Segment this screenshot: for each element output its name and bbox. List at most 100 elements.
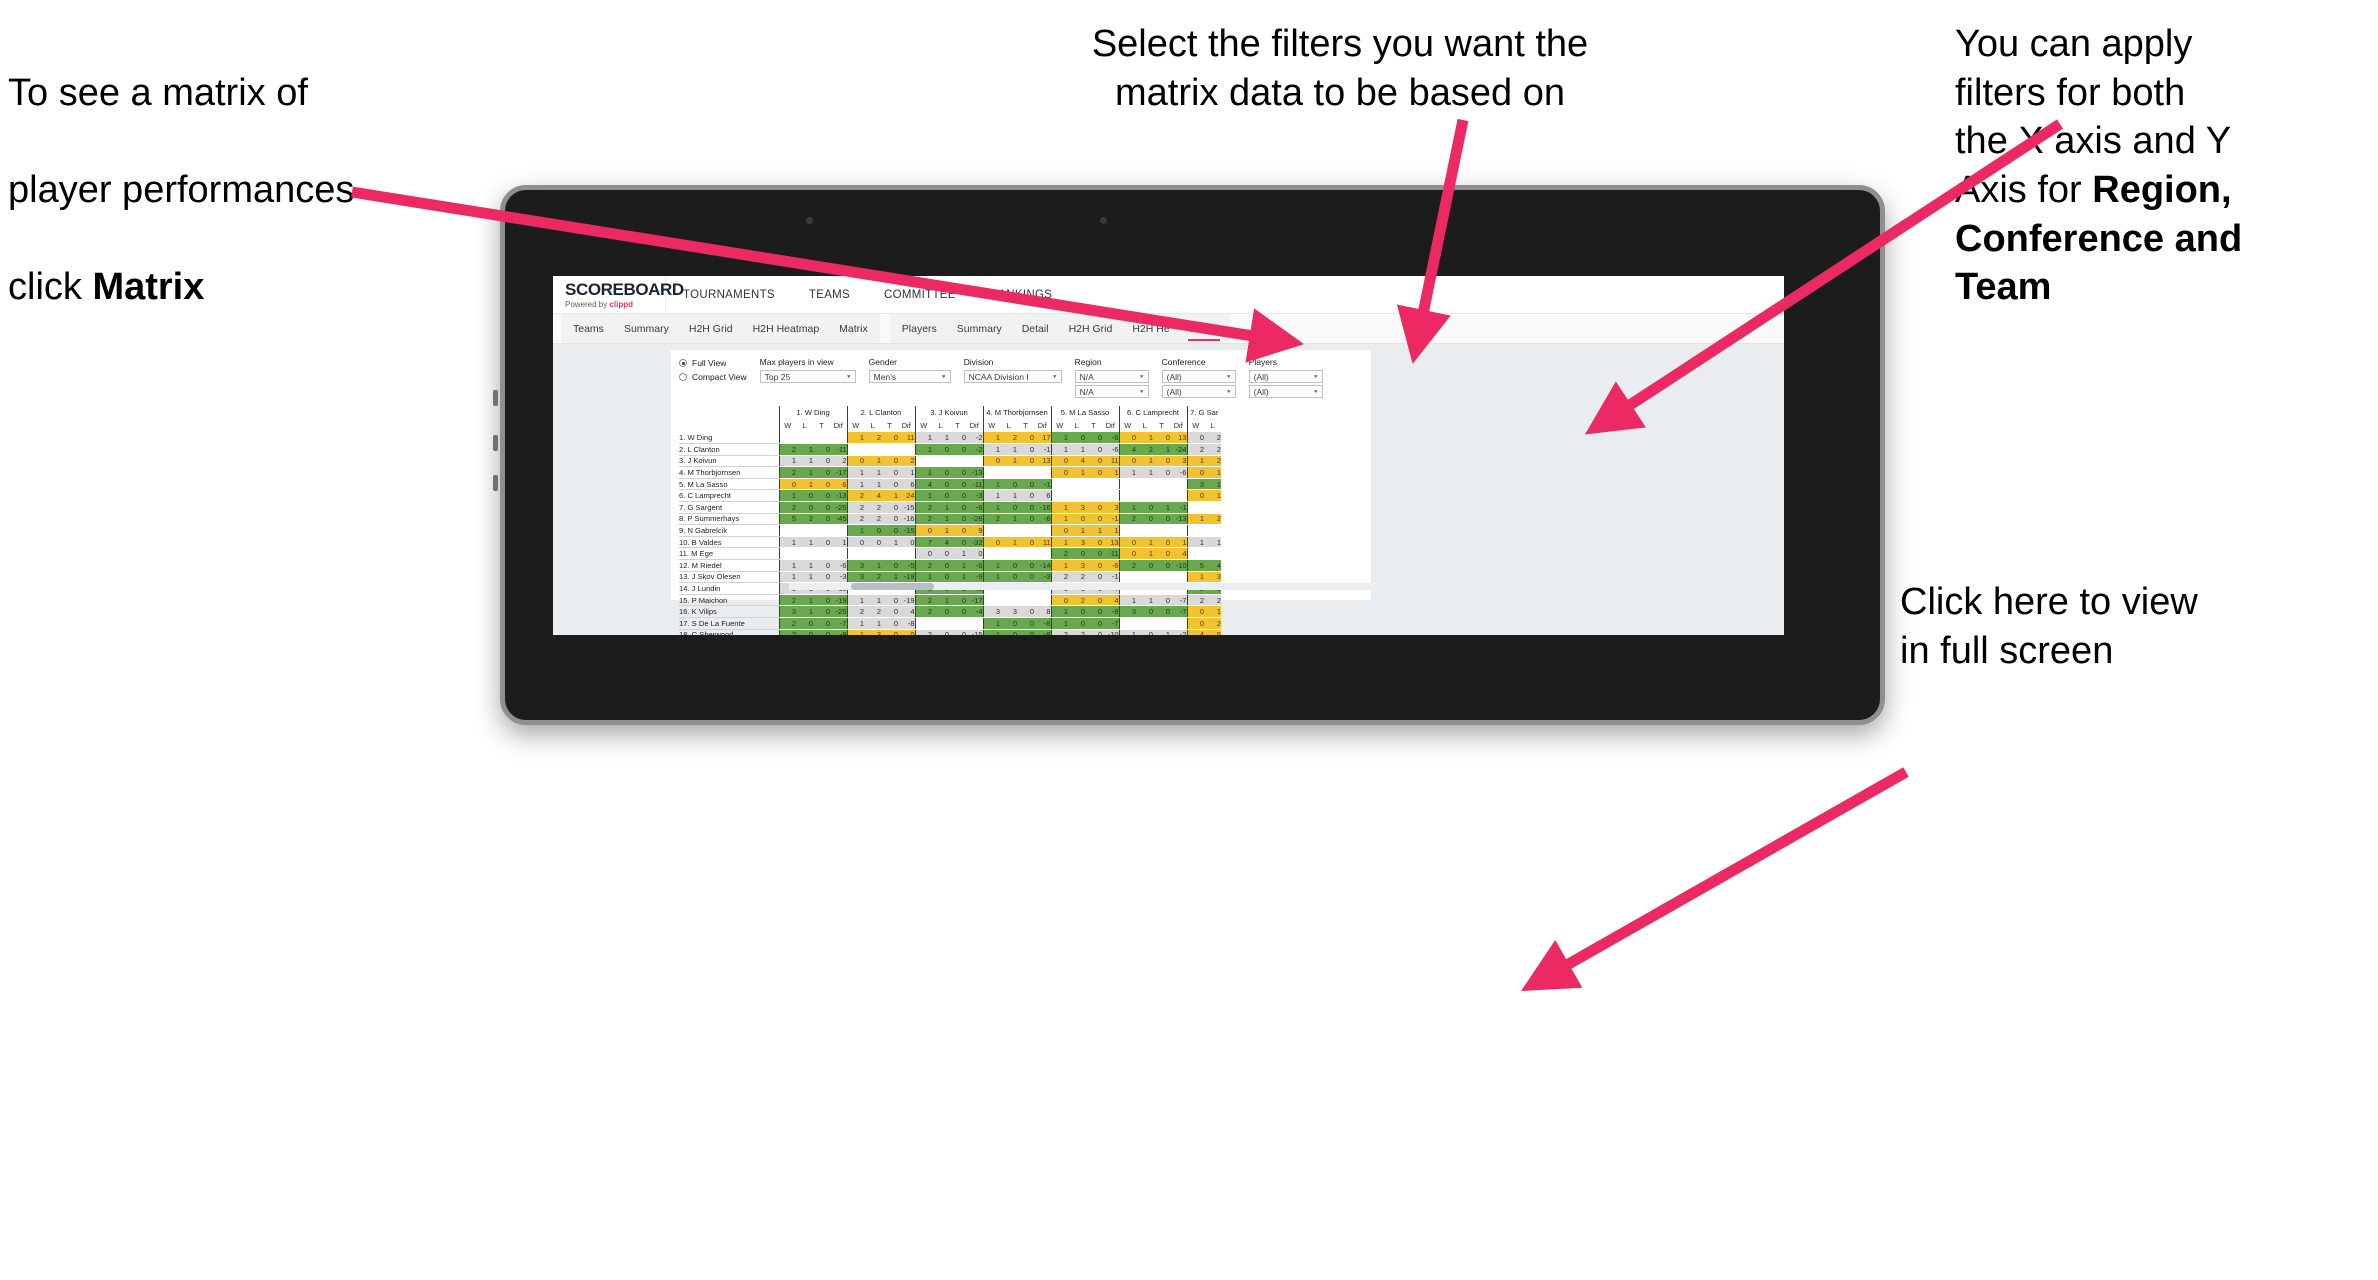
matrix-cell[interactable]: 1 (982, 559, 1000, 572)
matrix-cell[interactable]: 0 (1085, 559, 1102, 572)
matrix-cell[interactable]: 0 (1153, 466, 1170, 479)
matrix-cell[interactable]: 1 (949, 559, 966, 572)
matrix-cell[interactable]: 2 (778, 501, 796, 514)
matrix-cell[interactable]: 1 (1136, 547, 1153, 561)
matrix-cell[interactable]: 2 (778, 466, 796, 479)
matrix-cell[interactable]: 2 (1204, 513, 1221, 526)
matrix-cell[interactable]: 0 (813, 559, 830, 572)
matrix-cell[interactable]: 1 (982, 629, 1000, 635)
matrix-cell[interactable]: 1 (1186, 536, 1204, 549)
matrix-cell[interactable]: 0 (1085, 443, 1102, 456)
matrix-row[interactable]: 16. K Vilips 3 1 0 -25 2 2 0 4 2 0 0 -4 3 3 0 8 1 0 0 -8 3 0 0-… (679, 605, 1221, 618)
matrix-cell[interactable]: 24 (898, 489, 915, 503)
matrix-cell[interactable] (830, 547, 847, 561)
matrix-cell[interactable]: 0 (1085, 571, 1102, 584)
matrix-cell[interactable] (846, 443, 864, 456)
matrix-cell[interactable]: -7 (1170, 594, 1187, 607)
matrix-cell[interactable]: 1 (881, 571, 898, 584)
matrix-cell[interactable]: 1 (914, 466, 932, 479)
matrix-cell[interactable]: 0 (846, 536, 864, 549)
matrix-cell[interactable] (1153, 524, 1170, 537)
matrix-cell[interactable] (1170, 478, 1187, 491)
matrix-cell[interactable]: 1 (914, 571, 932, 584)
matrix-row[interactable]: 17. S De La Fuente 2 0 0 -7 1 1 0 -8 1 0 0 -8 1 0 0 -7 0 2 (679, 617, 1221, 630)
matrix-cell[interactable]: 1 (1050, 617, 1068, 630)
matrix-cell[interactable] (1068, 489, 1085, 503)
matrix-cell[interactable]: -6 (1034, 513, 1051, 526)
matrix-cell[interactable]: 1 (864, 594, 881, 607)
matrix-cell[interactable]: 0 (778, 478, 796, 491)
matrix-cell[interactable] (813, 547, 830, 561)
subnav-players-h2h-heatmap[interactable]: H2H He (1122, 314, 1179, 343)
matrix-cell[interactable]: 0 (898, 629, 915, 635)
matrix-cell[interactable]: 0 (1017, 443, 1034, 456)
matrix-cell[interactable]: 0 (1017, 432, 1034, 445)
matrix-cell[interactable]: 1 (1050, 501, 1068, 514)
matrix-cell[interactable]: 0 (932, 629, 949, 635)
matrix-cell[interactable]: 0 (1068, 617, 1085, 630)
matrix-cell[interactable]: 2 (864, 605, 881, 618)
matrix-cell[interactable]: 1 (982, 489, 1000, 503)
matrix-cell[interactable]: 0 (1068, 605, 1085, 618)
matrix-cell[interactable] (1034, 547, 1051, 561)
matrix-cell[interactable] (796, 524, 813, 537)
matrix-cell[interactable]: 0 (1153, 605, 1170, 618)
matrix-row[interactable]: 10. B Valdes 1 1 0 1 0 0 1 0 7 4 0 -32 0 1 0 11 1 3 0 13 0 1 0 1… (679, 536, 1221, 549)
matrix-cell[interactable]: 0 (1000, 478, 1017, 491)
matrix-cell[interactable]: 0 (1186, 432, 1204, 445)
matrix-cell[interactable]: 0 (1000, 629, 1017, 635)
matrix-cell[interactable]: 1 (796, 594, 813, 607)
matrix-cell[interactable]: 3 (1068, 501, 1085, 514)
matrix-cell[interactable]: 0 (813, 605, 830, 618)
matrix-cell[interactable]: 0 (813, 536, 830, 549)
matrix-cell[interactable]: -1 (1102, 513, 1119, 526)
matrix-cell[interactable] (1170, 524, 1187, 537)
matrix-cell[interactable]: 0 (982, 536, 1000, 549)
matrix-cell[interactable]: 0 (1017, 478, 1034, 491)
matrix-cell[interactable]: 0 (813, 443, 830, 456)
matrix-cell[interactable]: 1 (864, 559, 881, 572)
matrix-cell[interactable]: 0 (813, 617, 830, 630)
matrix-cell[interactable]: -8 (898, 617, 915, 630)
matrix-cell[interactable]: 0 (1186, 617, 1204, 630)
matrix-cell[interactable]: 0 (881, 605, 898, 618)
matrix-cell[interactable]: 0 (932, 489, 949, 503)
matrix-cell[interactable]: 6 (830, 478, 847, 491)
matrix-cell[interactable]: 0 (932, 559, 949, 572)
matrix-cell[interactable]: 1 (932, 501, 949, 514)
matrix-cell[interactable]: 1 (982, 617, 1000, 630)
matrix-cell[interactable]: 0 (796, 629, 813, 635)
matrix-cell[interactable] (813, 432, 830, 445)
filter-select-max-players[interactable]: Top 25 ▼ (759, 370, 856, 383)
matrix-cell[interactable]: 1 (1068, 443, 1085, 456)
matrix-cell[interactable] (932, 455, 949, 468)
matrix-cell[interactable]: 2 (1118, 559, 1136, 572)
matrix-cell[interactable]: 0 (1085, 605, 1102, 618)
matrix-cell[interactable]: 0 (1118, 455, 1136, 468)
matrix-cell[interactable]: 1 (1186, 513, 1204, 526)
matrix-cell[interactable]: 0 (813, 489, 830, 503)
matrix-cell[interactable]: -3 (830, 571, 847, 584)
matrix-cell[interactable]: 2 (1204, 617, 1221, 630)
matrix-cell[interactable]: 0 (949, 513, 966, 526)
matrix-cell[interactable]: -19 (898, 571, 915, 584)
matrix-cell[interactable]: 2 (914, 513, 932, 526)
matrix-cell[interactable]: 2 (778, 594, 796, 607)
filter-select-players-x[interactable]: (All) ▼ (1248, 370, 1323, 383)
matrix-cell[interactable]: -6 (830, 559, 847, 572)
matrix-cell[interactable] (1085, 478, 1102, 491)
matrix-cell[interactable]: 0 (1085, 594, 1102, 607)
matrix-cell[interactable]: -15 (898, 501, 915, 514)
power-button[interactable] (493, 475, 498, 491)
matrix-cell[interactable]: 1 (1153, 629, 1170, 635)
matrix-cell[interactable]: 3 (1000, 605, 1017, 618)
matrix-cell[interactable] (1102, 489, 1119, 503)
matrix-cell[interactable]: 2 (898, 455, 915, 468)
matrix-cell[interactable]: 1 (1204, 605, 1221, 618)
matrix-cell[interactable]: 1 (796, 605, 813, 618)
filter-select-conference-y[interactable]: (All) ▼ (1161, 385, 1236, 398)
matrix-cell[interactable]: 1 (914, 432, 932, 445)
matrix-cell[interactable]: 0 (1068, 513, 1085, 526)
matrix-cell[interactable]: 0 (932, 466, 949, 479)
matrix-cell[interactable]: 0 (813, 466, 830, 479)
